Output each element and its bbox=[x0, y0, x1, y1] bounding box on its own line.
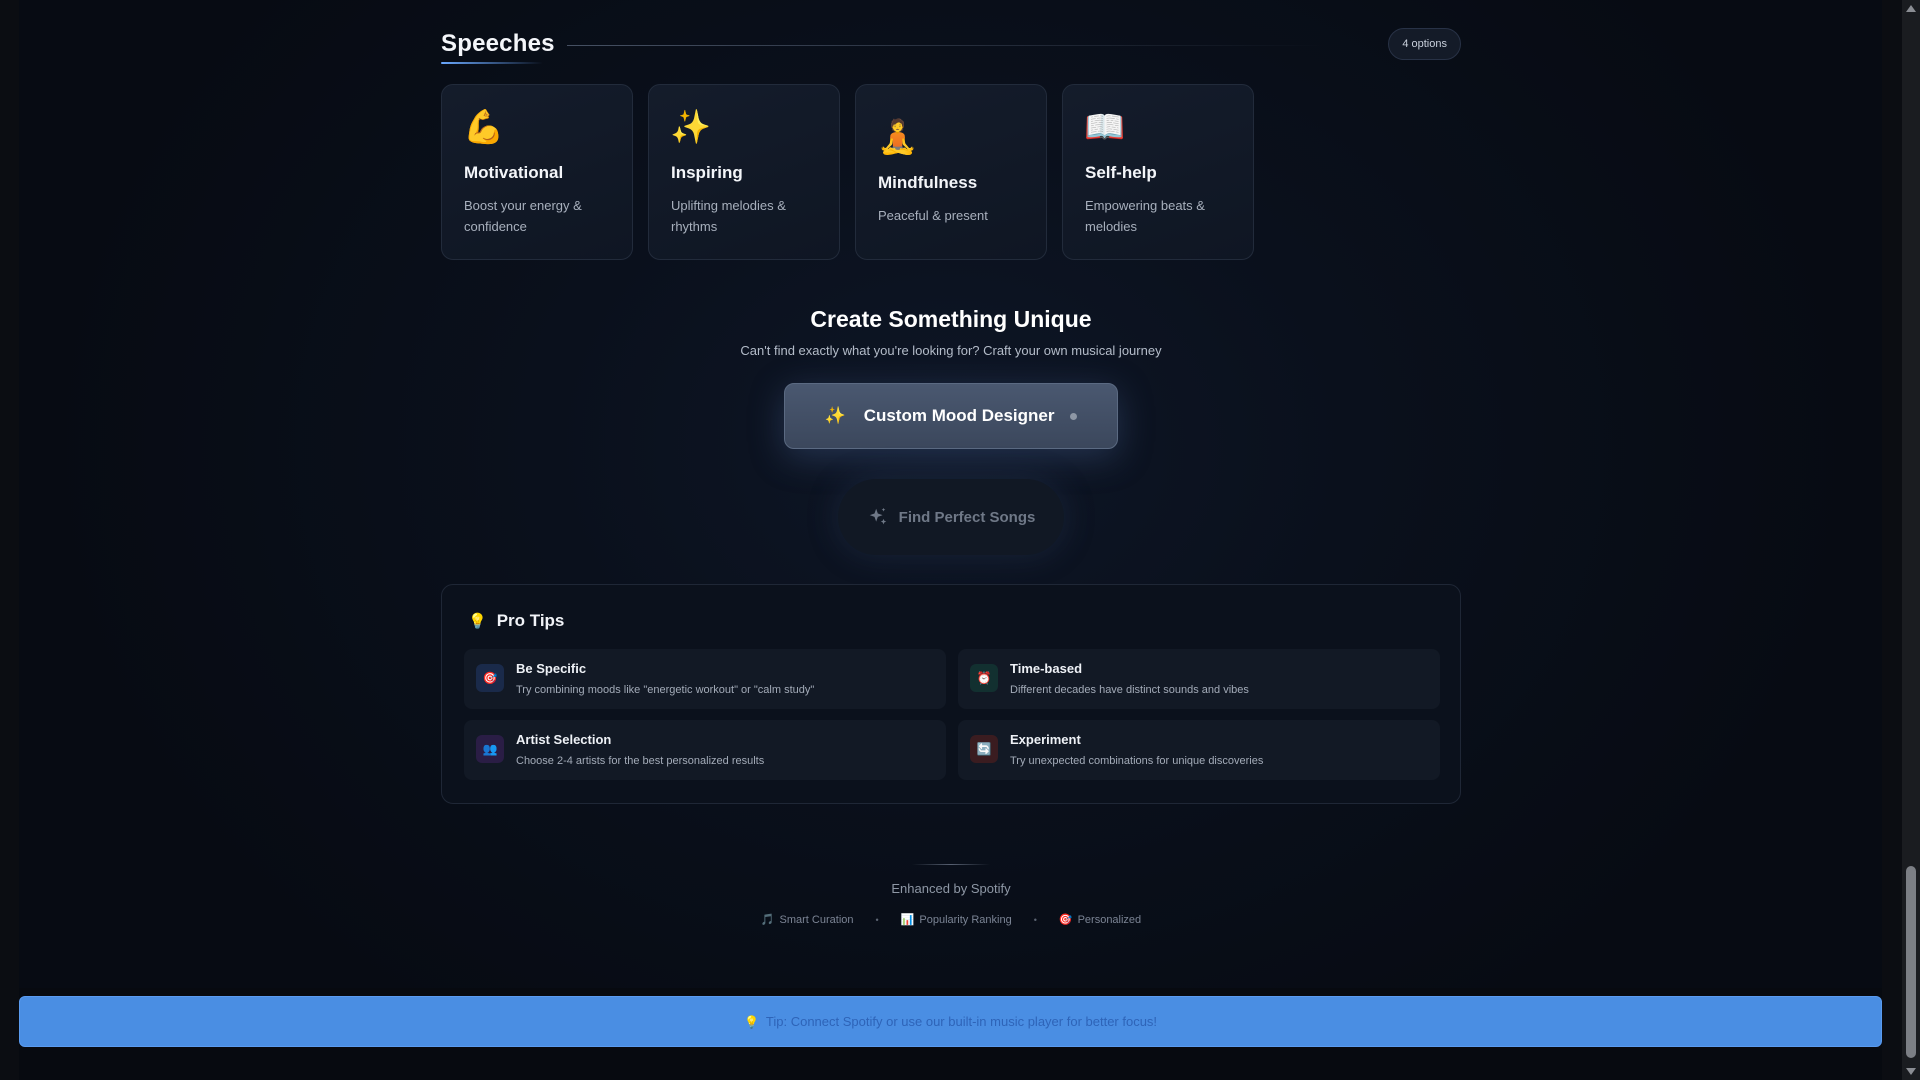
target-icon: 🎯 bbox=[476, 664, 504, 692]
card-description: Peaceful & present bbox=[878, 208, 988, 223]
light-bulb-icon: 💡 bbox=[743, 1014, 759, 1029]
sparkles-icon: ✨ bbox=[824, 406, 846, 425]
create-section-title: Create Something Unique bbox=[810, 306, 1092, 332]
section-header: Speeches 4 options bbox=[441, 26, 1461, 66]
repeat-icon: 🔄 bbox=[970, 735, 998, 763]
card-mindfulness[interactable]: 🧘 Mindfulness Peaceful & present bbox=[855, 84, 1047, 260]
tip-banner: 💡 Tip: Connect Spotify or use our built-… bbox=[19, 996, 1882, 1047]
tip-description: Different decades have distinct sounds a… bbox=[1010, 684, 1249, 696]
card-title: Mindfulness bbox=[878, 173, 978, 192]
tip-title: Time-based bbox=[1010, 661, 1083, 676]
card-description: Boost your energy & confidence bbox=[464, 198, 582, 234]
scroll-up-arrow-icon[interactable] bbox=[1906, 5, 1916, 12]
meditation-icon: 🧘 bbox=[877, 118, 919, 155]
custom-mood-designer-button[interactable]: ✨ Custom Mood Designer bbox=[784, 383, 1118, 449]
tip-title: Experiment bbox=[1010, 732, 1081, 747]
separator: • bbox=[875, 914, 879, 925]
pro-tips-panel: 💡 Pro Tips 🎯 Be Specific Try combining m… bbox=[441, 584, 1461, 804]
light-bulb-icon: 💡 bbox=[468, 613, 487, 630]
tip-title: Be Specific bbox=[516, 661, 587, 676]
tip-banner-text: Tip: Connect Spotify or use our built-in… bbox=[765, 1014, 1158, 1029]
find-perfect-songs-label: Find Perfect Songs bbox=[898, 508, 1036, 526]
card-motivational[interactable]: 💪 Motivational Boost your energy & confi… bbox=[441, 84, 633, 260]
flexed-biceps-icon: 💪 bbox=[463, 108, 505, 145]
pro-tips-header: 💡 Pro Tips bbox=[468, 611, 564, 631]
tip-description: Try unexpected combinations for unique d… bbox=[1010, 755, 1264, 767]
card-self-help[interactable]: 📖 Self-help Empowering beats & melodies bbox=[1062, 84, 1254, 260]
open-book-icon: 📖 bbox=[1084, 108, 1126, 145]
section-title-underline bbox=[441, 62, 543, 64]
card-title: Self-help bbox=[1085, 163, 1157, 182]
speech-category-cards: 💪 Motivational Boost your energy & confi… bbox=[441, 84, 1255, 260]
card-description: Uplifting melodies & rhythms bbox=[671, 198, 786, 234]
sparkles-icon: ✨ bbox=[670, 108, 712, 145]
tip-artist-selection: 👥 Artist Selection Choose 2-4 artists fo… bbox=[464, 720, 946, 780]
tip-description: Try combining moods like "energetic work… bbox=[516, 684, 815, 696]
footer-features: 🎵 Smart Curation • 📊 Popularity Ranking … bbox=[0, 913, 1902, 927]
feature-smart-curation: 🎵 Smart Curation bbox=[760, 913, 854, 927]
scroll-down-arrow-icon[interactable] bbox=[1906, 1068, 1916, 1075]
separator: • bbox=[1033, 914, 1037, 925]
tip-be-specific: 🎯 Be Specific Try combining moods like "… bbox=[464, 649, 946, 709]
feature-personalized: 🎯 Personalized bbox=[1058, 913, 1142, 927]
sparkle-icon bbox=[869, 507, 886, 525]
scrollbar-thumb[interactable] bbox=[1906, 866, 1916, 1058]
footer-divider bbox=[912, 864, 990, 865]
custom-mood-designer-label: Custom Mood Designer bbox=[863, 406, 1055, 425]
card-inspiring[interactable]: ✨ Inspiring Uplifting melodies & rhythms bbox=[648, 84, 840, 260]
tip-title: Artist Selection bbox=[516, 732, 612, 747]
music-note-icon: 🎵 bbox=[760, 914, 775, 926]
alarm-clock-icon: ⏰ bbox=[970, 664, 998, 692]
tip-description: Choose 2-4 artists for the best personal… bbox=[516, 755, 765, 767]
options-count-badge: 4 options bbox=[1388, 28, 1461, 60]
status-dot bbox=[1070, 412, 1078, 420]
feature-label: Smart Curation bbox=[779, 913, 854, 926]
feature-label: Popularity Ranking bbox=[919, 913, 1012, 926]
feature-popularity-ranking: 📊 Popularity Ranking bbox=[900, 913, 1012, 927]
section-divider bbox=[567, 45, 1327, 46]
tip-experiment: 🔄 Experiment Try unexpected combinations… bbox=[958, 720, 1440, 780]
people-icon: 👥 bbox=[476, 735, 504, 763]
vertical-scrollbar[interactable] bbox=[1902, 0, 1920, 1080]
card-description: Empowering beats & melodies bbox=[1085, 198, 1205, 234]
pro-tips-title: Pro Tips bbox=[496, 611, 565, 630]
create-section-subtitle: Can't find exactly what you're looking f… bbox=[740, 343, 1162, 358]
section-title: Speeches bbox=[441, 30, 555, 57]
card-title: Motivational bbox=[464, 163, 564, 182]
feature-label: Personalized bbox=[1077, 913, 1142, 926]
find-perfect-songs-button[interactable]: Find Perfect Songs bbox=[838, 479, 1064, 555]
enhanced-by-label: Enhanced by Spotify bbox=[891, 881, 1011, 896]
tip-time-based: ⏰ Time-based Different decades have dist… bbox=[958, 649, 1440, 709]
target-icon: 🎯 bbox=[1058, 914, 1073, 926]
card-title: Inspiring bbox=[671, 163, 743, 182]
bar-chart-icon: 📊 bbox=[900, 914, 915, 926]
